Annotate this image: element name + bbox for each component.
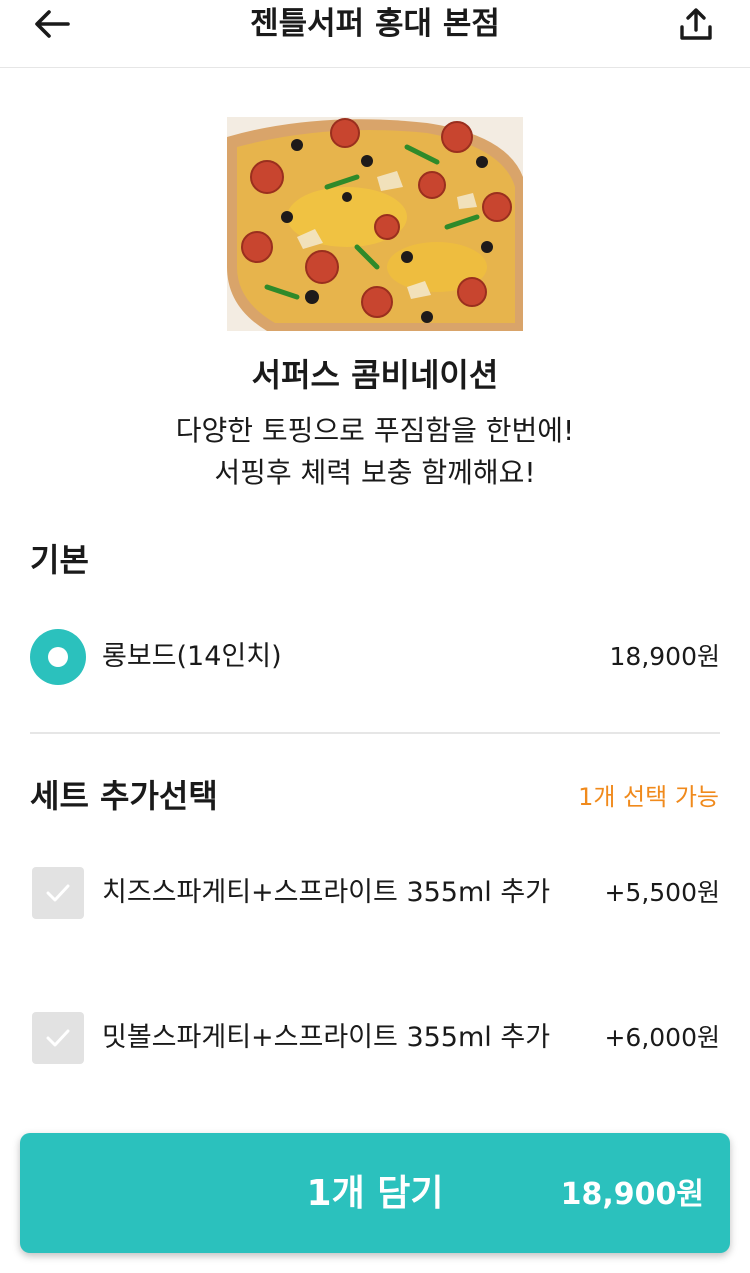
- arrow-left-icon[interactable]: [30, 4, 74, 44]
- check-icon: [46, 884, 70, 902]
- option-price: 18,900원: [609, 642, 720, 671]
- radio-selected-icon[interactable]: [30, 629, 86, 685]
- basic-section-title: 기본: [30, 541, 89, 579]
- option-row-cheese-spaghetti[interactable]: 치즈스파게티+스프라이트 355ml 추가 +5,500원: [30, 863, 720, 923]
- selection-limit-note: 1개 선택 가능: [578, 783, 719, 811]
- option-label: 치즈스파게티+스프라이트 355ml 추가: [102, 877, 551, 908]
- check-icon: [46, 1029, 70, 1047]
- share-upload-icon[interactable]: [672, 2, 720, 46]
- option-price: +6,000원: [604, 1023, 720, 1052]
- checkbox[interactable]: [32, 867, 84, 919]
- page-title: 젠틀서퍼 홍대 본점: [250, 6, 500, 42]
- checkbox[interactable]: [32, 1012, 84, 1064]
- product-name: 서퍼스 콤비네이션: [251, 356, 499, 394]
- product-image: [227, 117, 523, 331]
- option-price: +5,500원: [604, 878, 720, 907]
- description-line: 서핑후 체력 보충 함께해요!: [214, 456, 536, 489]
- option-row-longboard[interactable]: 롱보드(14인치) 18,900원: [30, 627, 720, 687]
- product-description: 다양한 토핑으로 푸짐함을 한번에! 서핑후 체력 보충 함께해요!: [0, 410, 750, 494]
- option-label: 롱보드(14인치): [102, 641, 282, 672]
- section-divider: [30, 732, 720, 734]
- add-to-cart-button[interactable]: 1개 담기 18,900원: [20, 1133, 730, 1253]
- add-to-cart-price: 18,900원: [560, 1177, 704, 1212]
- set-section-title: 세트 추가선택: [30, 777, 218, 815]
- option-row-meatball-spaghetti[interactable]: 밋볼스파게티+스프라이트 355ml 추가 +6,000원: [30, 1008, 720, 1068]
- option-label: 밋볼스파게티+스프라이트 355ml 추가: [102, 1022, 551, 1053]
- top-app-bar: 젠틀서퍼 홍대 본점: [0, 0, 750, 68]
- description-line: 다양한 토핑으로 푸짐함을 한번에!: [175, 414, 575, 447]
